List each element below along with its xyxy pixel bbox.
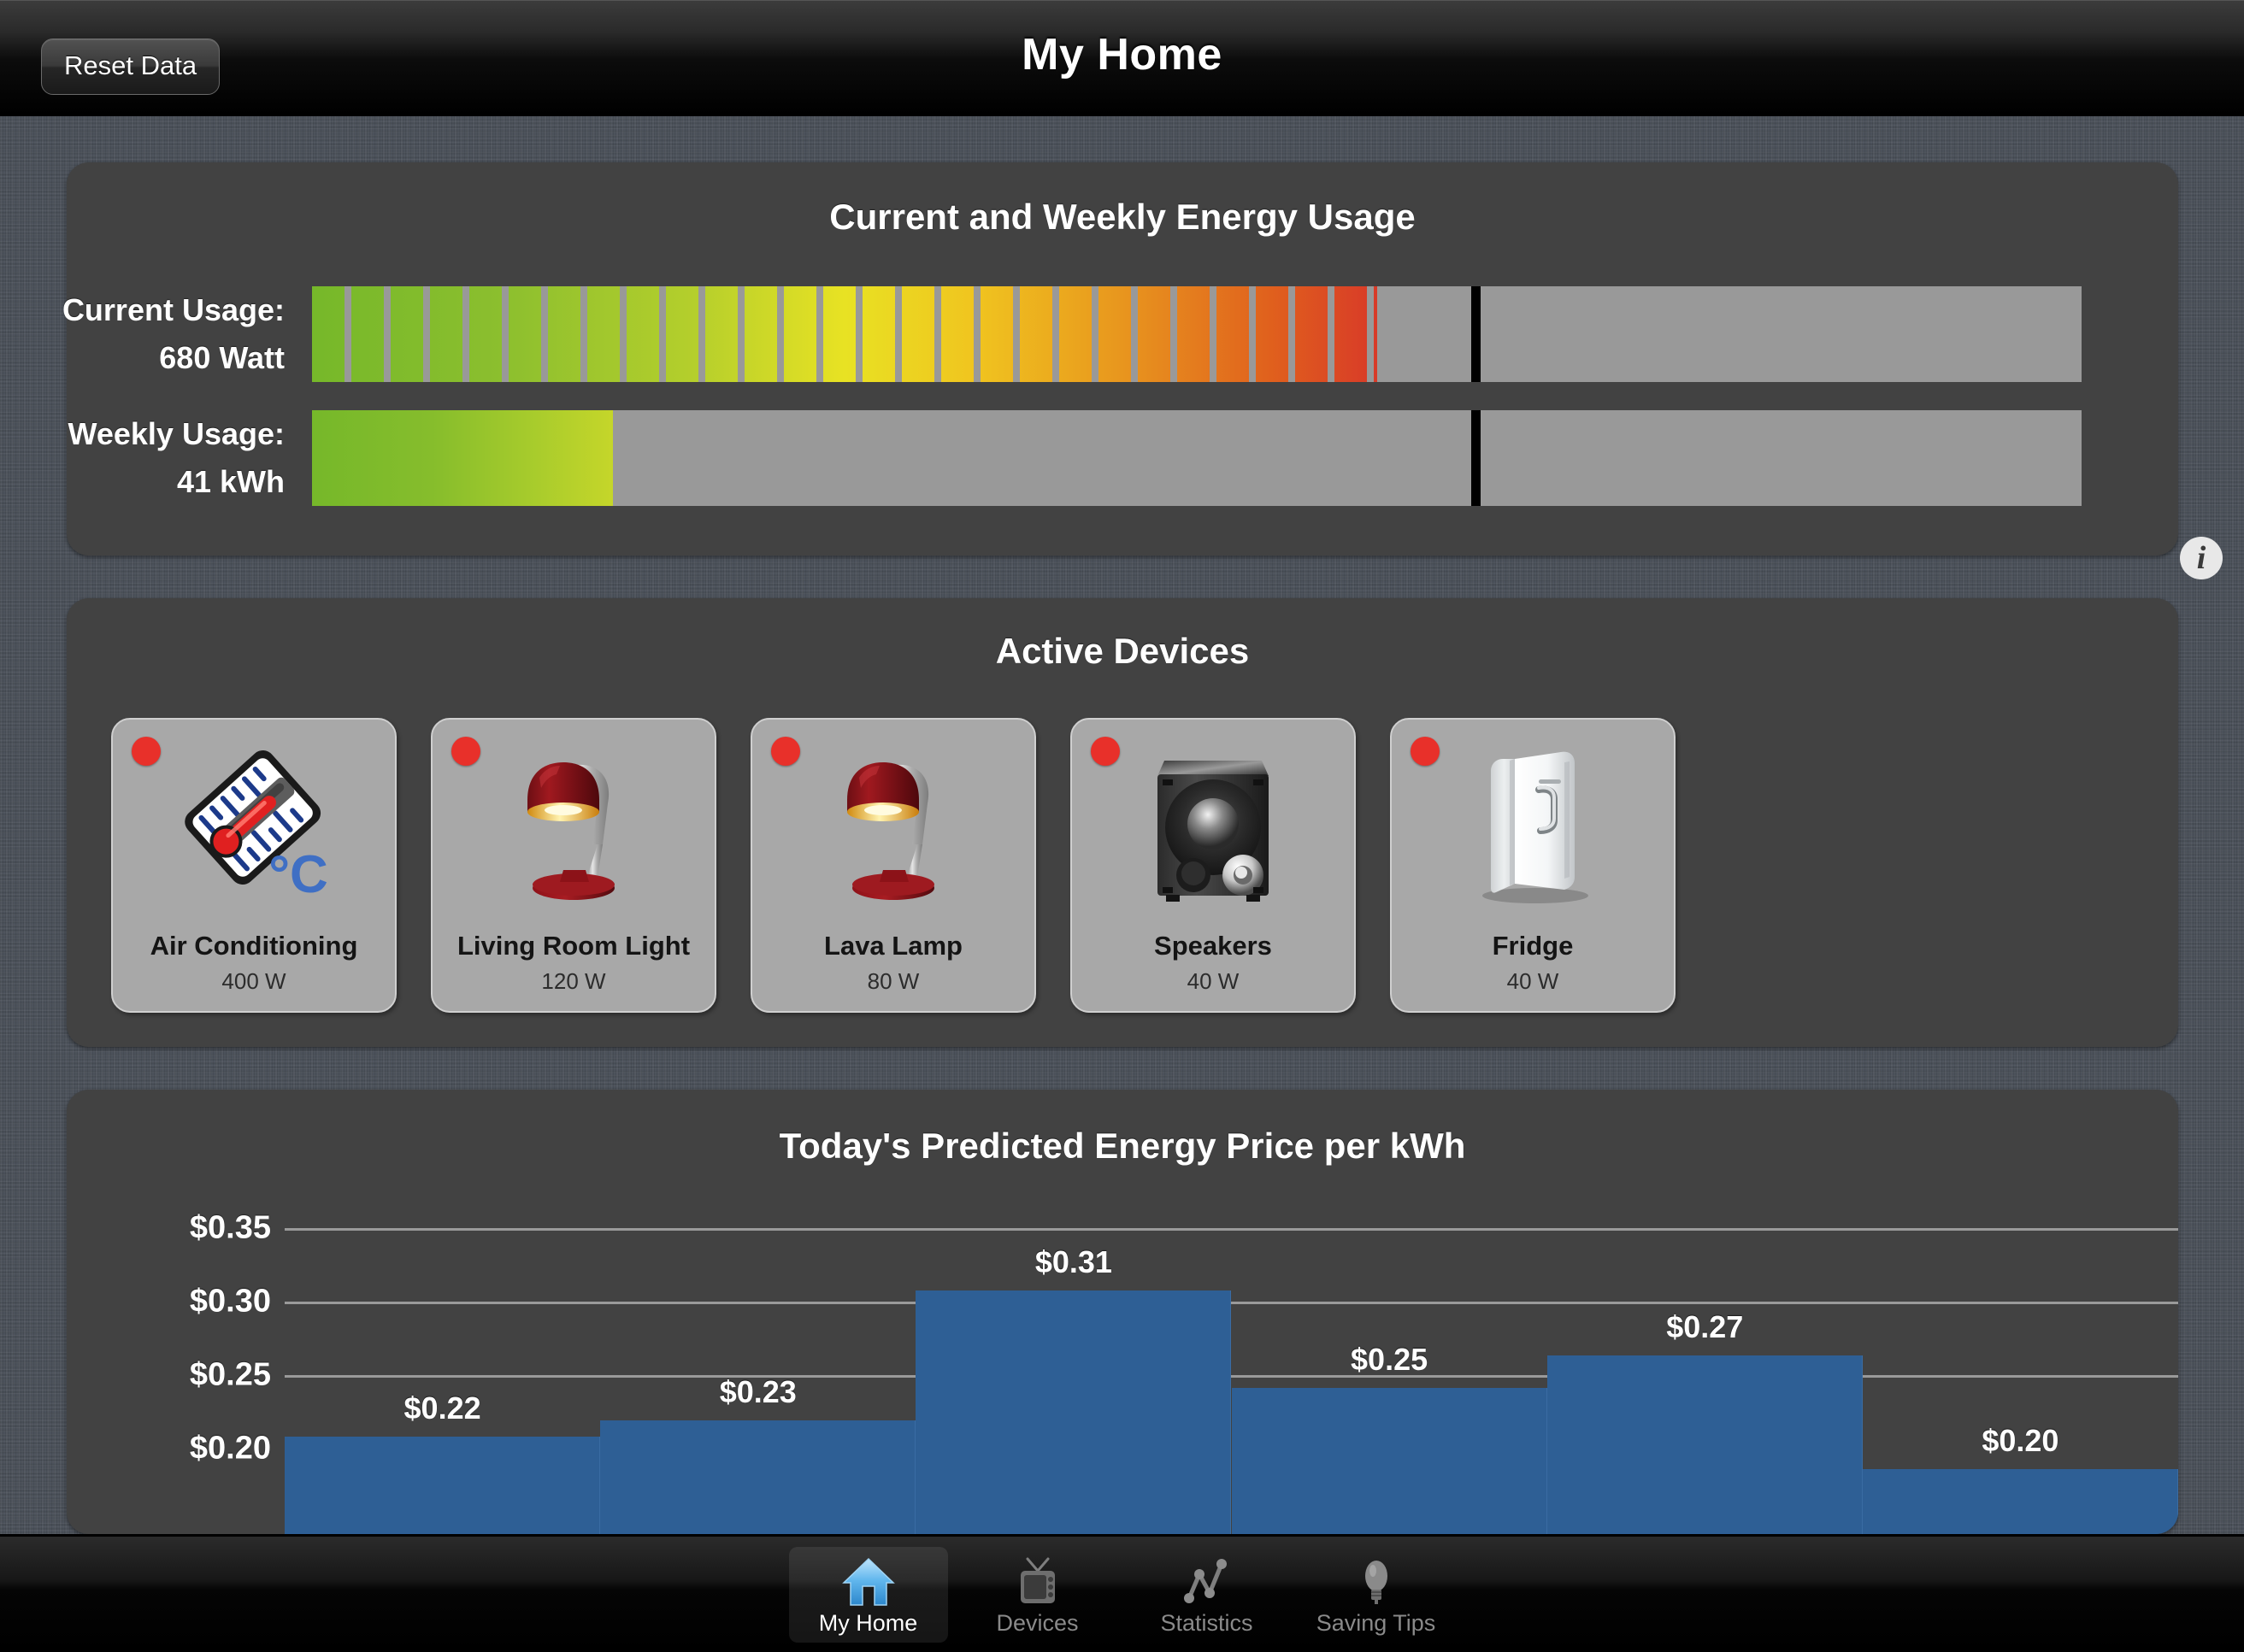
chart-bar-value-label: $0.27 [1666,1308,1744,1344]
device-name: Air Conditioning [150,931,358,961]
fridge-icon [1392,733,1674,917]
active-devices-title: Active Devices [995,631,1250,671]
chart-bar-value-label: $0.31 [1034,1243,1112,1279]
device-name: Fridge [1492,931,1574,961]
tab-label: My Home [818,1609,918,1636]
tab-bar: My Home Devices Statistics Saving Tips [0,1534,2244,1652]
energy-usage-title: Current and Weekly Energy Usage [829,197,1416,237]
device-card-living-room-light[interactable]: Living Room Light 120 W [431,718,716,1013]
weekly-usage-value: 41 kWh [176,464,285,499]
current-usage-meter [312,286,2082,382]
chart-bar-value-label: $0.25 [1351,1341,1428,1377]
tab-saving-tips[interactable]: Saving Tips [1297,1547,1456,1643]
chart-y-axis: $0.35 $0.30 $0.25 $0.20 [67,1201,285,1534]
tab-my-home[interactable]: My Home [788,1546,948,1643]
chart-bar [600,1420,916,1534]
current-usage-label-line1: Current Usage: [62,292,285,327]
desk-lamp-icon [433,733,715,917]
chart-bar-value-label: $0.22 [403,1390,481,1426]
page-title: My Home [1022,30,1222,79]
device-watt: 400 W [221,968,286,994]
tab-statistics[interactable]: Statistics [1128,1547,1287,1643]
chart-bar-value-label: $0.23 [719,1373,797,1409]
weekly-usage-meter-fill [312,410,613,506]
price-chart-panel: Today's Predicted Energy Price per kWh $… [67,1090,2178,1534]
weekly-usage-threshold-marker [1470,410,1481,506]
price-chart: $0.35 $0.30 $0.25 $0.20 $0.22 $0.23 $0.31 $… [67,1201,2178,1534]
chart-plot-area: $0.22 $0.23 $0.31 $0.25 $0.27 $0.20 [285,1201,2178,1534]
chart-bar [285,1436,601,1534]
line-chart-icon [1181,1555,1234,1608]
current-usage-meter-fill [312,286,1378,382]
device-name: Speakers [1154,931,1272,961]
svg-text:°C: °C [268,845,328,904]
current-usage-threshold-marker [1470,286,1481,382]
device-name: Living Room Light [456,931,691,961]
lightbulb-icon [1350,1555,1403,1608]
weekly-usage-meter [312,410,2082,506]
tab-devices[interactable]: Devices [958,1547,1117,1643]
device-name: Lava Lamp [824,931,963,961]
device-card-air-conditioning[interactable]: °C Air Conditioning 400 W [111,718,397,1013]
tab-label: Saving Tips [1316,1609,1436,1636]
y-axis-tick: $0.25 [189,1356,271,1393]
home-icon [841,1555,895,1608]
y-axis-tick: $0.35 [189,1209,271,1246]
chart-bars: $0.22 $0.23 $0.31 $0.25 $0.27 $0.20 [285,1201,2178,1534]
device-card-speakers[interactable]: Speakers 40 W [1070,718,1356,1013]
chart-bar [916,1290,1232,1534]
weekly-usage-label-line1: Weekly Usage: [68,416,285,451]
device-card-fridge[interactable]: Fridge 40 W [1390,718,1676,1013]
device-watt: 40 W [1506,968,1559,994]
chart-bar [1231,1387,1547,1534]
chart-bar-value-label: $0.20 [1982,1422,2059,1458]
current-usage-label: Current Usage: 680 Watt [62,286,285,382]
device-card-lava-lamp[interactable]: Lava Lamp 80 W [751,718,1036,1013]
weekly-usage-label: Weekly Usage: 41 kWh [68,410,285,506]
energy-usage-panel: Current and Weekly Energy Usage Current … [62,162,2223,579]
y-axis-tick: $0.30 [189,1283,271,1320]
current-usage-value: 680 Watt [159,340,285,375]
active-devices-panel: Active Devices °C Air Conditioning 400 W… [67,598,2178,1047]
speaker-icon [1072,733,1354,917]
navigation-bar: Reset Data My Home [0,0,2244,116]
device-grid: °C Air Conditioning 400 W Living Room Li… [111,718,1676,1013]
chart-bar [1546,1355,1863,1534]
chart-bar [1862,1468,2178,1534]
device-watt: 80 W [867,968,920,994]
info-icon[interactable]: i [2180,537,2223,579]
price-chart-title: Today's Predicted Energy Price per kWh [779,1126,1466,1166]
y-axis-tick: $0.20 [189,1430,271,1467]
tab-label: Devices [996,1609,1079,1636]
device-watt: 120 W [541,968,606,994]
tv-icon [1011,1555,1064,1608]
tab-label: Statistics [1160,1609,1253,1636]
thermometer-celsius-icon: °C [113,733,395,917]
desk-lamp-icon [752,733,1034,917]
device-watt: 40 W [1187,968,1240,994]
app-root: Reset Data My Home Current and Weekly En… [0,0,2244,1652]
